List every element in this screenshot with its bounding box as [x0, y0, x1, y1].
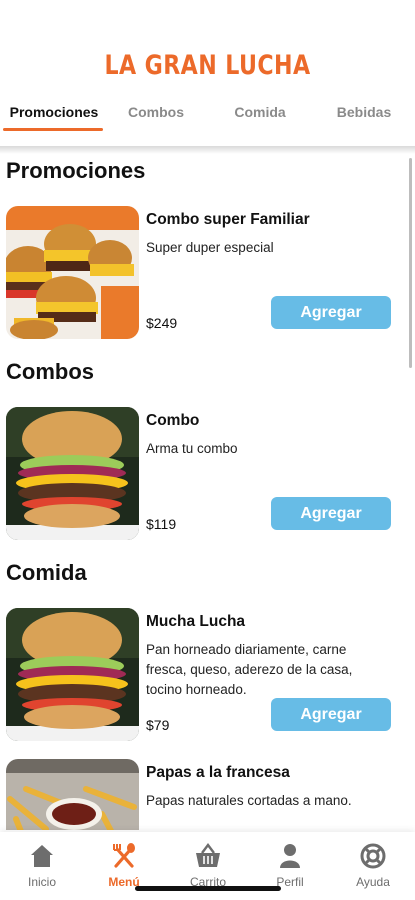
- active-tab-indicator: [3, 128, 103, 131]
- product-description: Super duper especial: [146, 240, 274, 255]
- home-indicator: [135, 886, 281, 891]
- tab-comida[interactable]: Comida: [216, 104, 304, 120]
- brand-title: LA GRAN LUCHA: [104, 50, 311, 81]
- tab-bebidas[interactable]: Bebidas: [320, 104, 408, 120]
- utensils-icon: [113, 843, 135, 868]
- basket-icon: [196, 843, 220, 867]
- product-name: Mucha Lucha: [146, 613, 246, 630]
- product-name: Papas a la francesa: [146, 764, 290, 781]
- nav-item-menu[interactable]: Menú: [84, 842, 164, 889]
- scrollbar[interactable]: [409, 158, 412, 368]
- nav-item-ayuda[interactable]: Ayuda: [333, 842, 413, 889]
- product-price: $119: [146, 516, 177, 532]
- add-button[interactable]: Agregar: [271, 698, 391, 731]
- lifebuoy-icon: [360, 843, 386, 869]
- product-description: Arma tu combo: [146, 441, 238, 456]
- tab-combos[interactable]: Combos: [112, 104, 200, 120]
- product-name: Combo super Familiar: [146, 211, 310, 228]
- category-tabs: Promociones Combos Comida Bebidas: [0, 96, 415, 136]
- section-title-combos: Combos: [6, 359, 94, 384]
- product-description: Papas naturales cortadas a mano.: [146, 793, 352, 808]
- sliders-burgers-photo: [6, 206, 139, 339]
- nav-item-carrito[interactable]: Carrito: [168, 842, 248, 889]
- menu-list[interactable]: Promociones Combo super Familiar Super d…: [0, 150, 415, 830]
- product-price: $249: [146, 315, 178, 331]
- tab-promociones[interactable]: Promociones: [6, 104, 102, 120]
- section-title-comida: Comida: [6, 560, 87, 585]
- home-icon: [31, 845, 53, 867]
- product-price: $79: [146, 717, 170, 733]
- cheeseburger-photo: [6, 407, 139, 540]
- app-header: LA GRAN LUCHA Promociones Combos Comida …: [0, 0, 415, 150]
- add-button[interactable]: Agregar: [271, 296, 391, 329]
- product-card[interactable]: Combo Arma tu combo $119 Agregar: [6, 407, 406, 543]
- nav-label: Ayuda: [356, 875, 390, 889]
- nav-item-perfil[interactable]: Perfil: [250, 842, 330, 889]
- section-title-promociones: Promociones: [6, 158, 146, 183]
- product-card[interactable]: Papas a la francesa Papas naturales cort…: [6, 759, 406, 830]
- user-icon: [280, 844, 300, 868]
- product-description: Pan horneado diariamente, carne fresca, …: [146, 642, 353, 697]
- add-button[interactable]: Agregar: [271, 497, 391, 530]
- cheeseburger-photo: [6, 608, 139, 741]
- product-name: Combo: [146, 412, 200, 429]
- nav-label: Inicio: [27, 875, 56, 889]
- product-card[interactable]: Mucha Lucha Pan horneado diariamente, ca…: [6, 608, 406, 744]
- french-fries-photo: [6, 759, 139, 830]
- nav-item-inicio[interactable]: Inicio: [2, 842, 82, 889]
- product-card[interactable]: Combo super Familiar Super duper especia…: [6, 206, 406, 342]
